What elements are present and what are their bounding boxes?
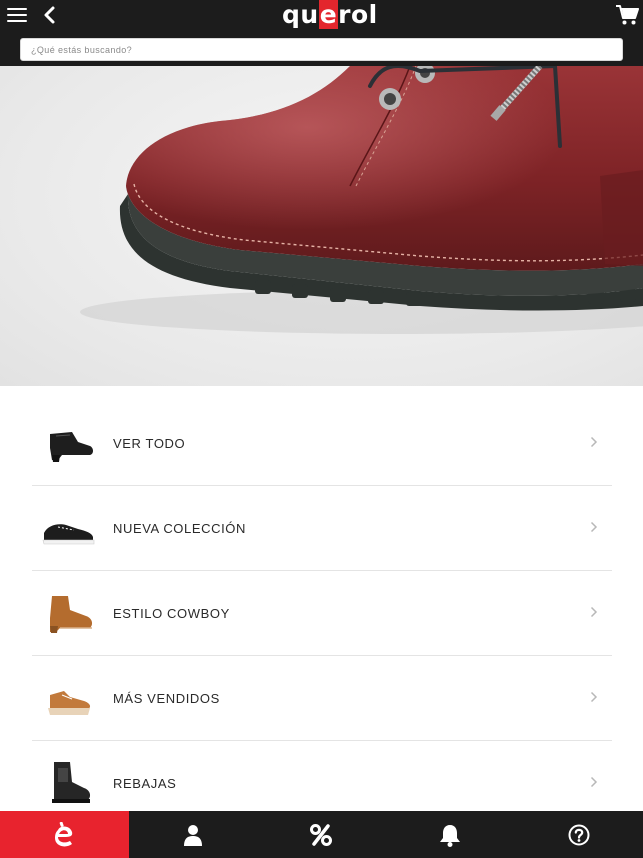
brand-e-icon (55, 821, 73, 846)
category-item-estilo-cowboy[interactable]: ESTILO COWBOY (32, 571, 612, 656)
tab-offers[interactable] (257, 811, 386, 858)
help-icon (568, 824, 590, 845)
percent-icon (310, 823, 333, 846)
tab-help[interactable] (514, 811, 643, 858)
hero-banner[interactable] (0, 66, 643, 386)
shopping-cart-icon[interactable] (615, 4, 639, 26)
black-canvas-sneaker-image (42, 524, 95, 545)
bell-icon (440, 824, 461, 847)
category-list: VER TODO NUEVA COLECCIÓN ESTILO COWBOY M… (32, 401, 612, 825)
search-field[interactable] (20, 38, 623, 61)
category-label: REBAJAS (113, 776, 177, 791)
search-input[interactable] (21, 39, 622, 60)
top-bar: querol (0, 0, 643, 66)
user-icon (183, 824, 202, 846)
category-item-nueva-coleccion[interactable]: NUEVA COLECCIÓN (32, 486, 612, 571)
category-item-ver-todo[interactable]: VER TODO (32, 401, 612, 486)
back-arrow-icon[interactable] (42, 5, 60, 25)
hamburger-menu-icon[interactable] (7, 8, 27, 24)
black-chelsea-boot-image (52, 762, 91, 803)
tab-notifications[interactable] (386, 811, 515, 858)
chevron-right-icon (590, 606, 598, 618)
category-label: ESTILO COWBOY (113, 606, 230, 621)
chevron-right-icon (590, 436, 598, 448)
category-label: NUEVA COLECCIÓN (113, 521, 247, 536)
tab-home[interactable] (0, 811, 129, 858)
category-label: MÁS VENDIDOS (113, 691, 220, 706)
tan-cowboy-bootie-image (50, 596, 93, 633)
chevron-right-icon (590, 776, 598, 788)
tan-platform-sneaker-image (48, 691, 91, 715)
bottom-tab-bar (0, 811, 643, 858)
black-heeled-bootie-image (50, 432, 93, 462)
tab-account[interactable] (129, 811, 258, 858)
category-item-mas-vendidos[interactable]: MÁS VENDIDOS (32, 656, 612, 741)
chevron-right-icon (590, 691, 598, 703)
category-label: VER TODO (113, 436, 186, 451)
red-boot-image (80, 66, 643, 334)
brand-logo[interactable]: querol (282, 0, 378, 30)
chevron-right-icon (590, 521, 598, 533)
